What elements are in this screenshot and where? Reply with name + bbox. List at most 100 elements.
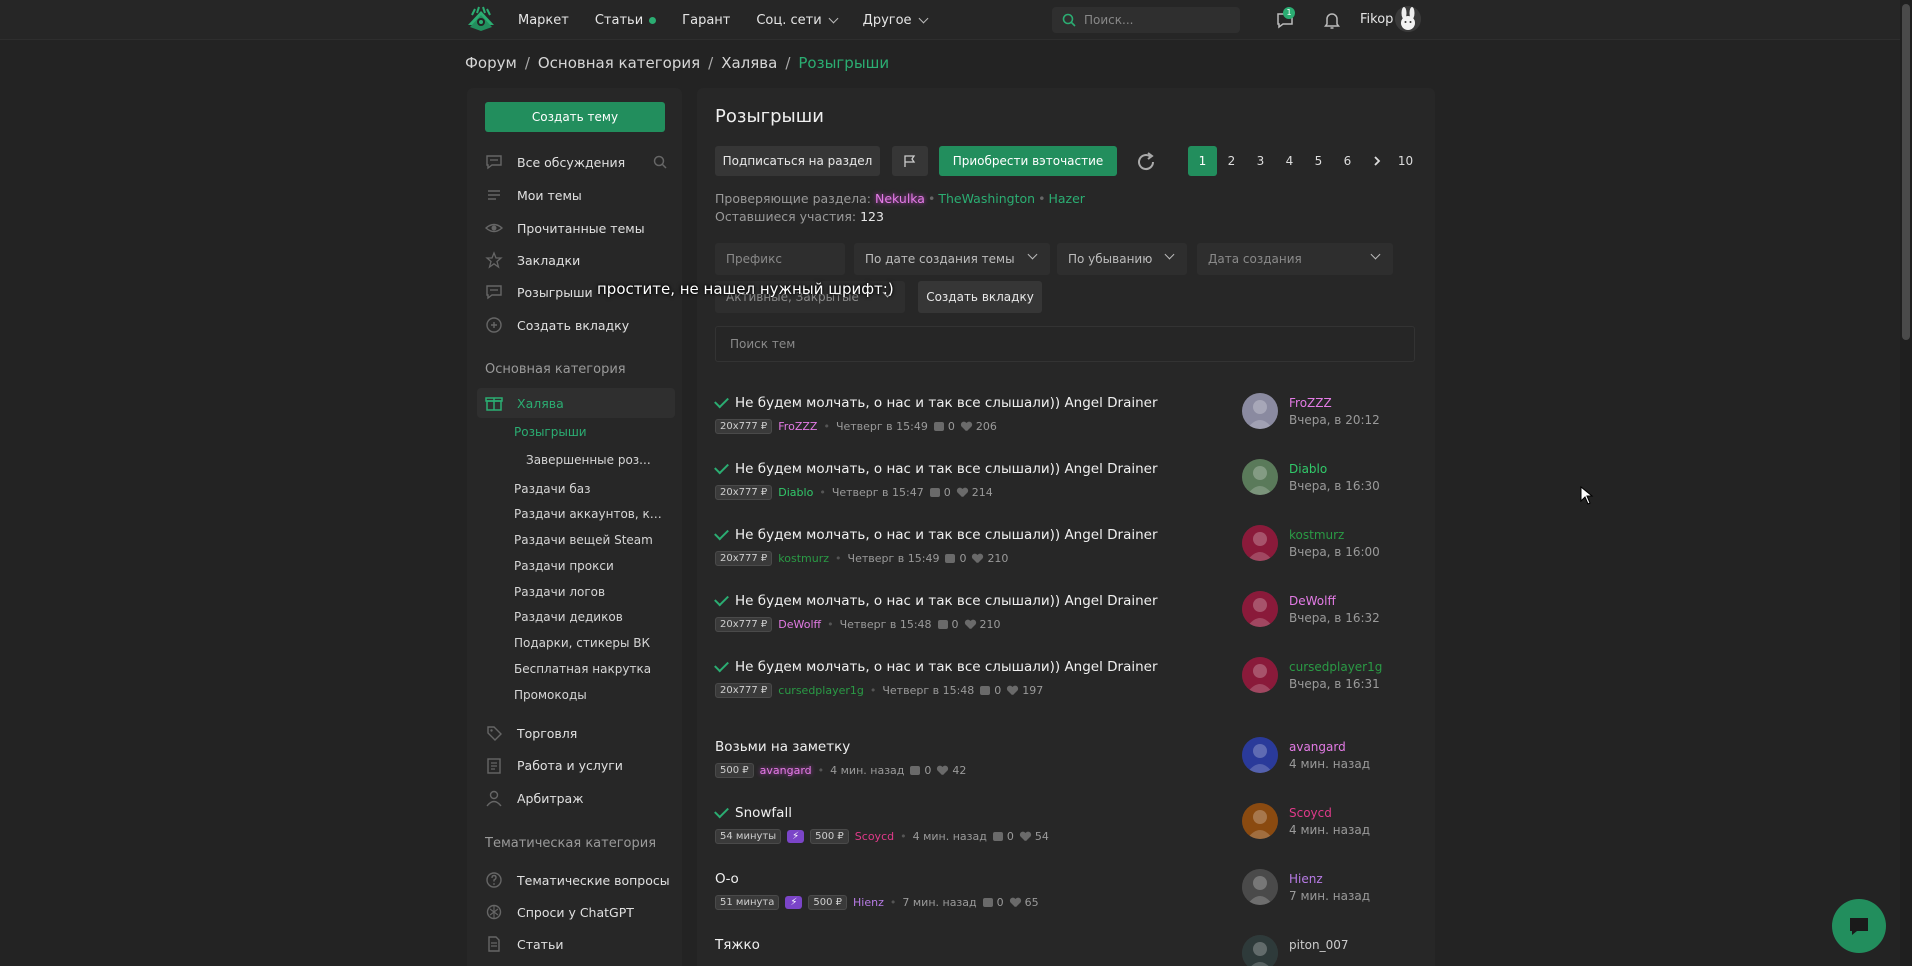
nav-guarantor[interactable]: Гарант [682,13,730,28]
sidebar-sub-logs[interactable]: Раздачи логов [514,585,605,599]
page-6[interactable]: 6 [1333,146,1362,176]
page-2[interactable]: 2 [1217,146,1246,176]
avatar[interactable] [1242,657,1278,693]
breadcrumb-forum[interactable]: Форум [465,54,517,72]
report-button[interactable] [892,146,928,176]
page-5[interactable]: 5 [1304,146,1333,176]
avatar[interactable] [1242,935,1278,966]
topic-author[interactable]: kostmurz [778,552,829,565]
moderator-link[interactable]: Nekulka [875,191,925,206]
prefix-filter[interactable]: Префикс [715,243,845,275]
sidebar-item-trade[interactable]: Торговля [485,722,675,744]
moderator-link[interactable]: TheWashington [938,191,1035,206]
topic-title[interactable]: Тяжко [715,937,760,953]
last-post-user[interactable]: DeWolff [1289,594,1336,608]
topic-row[interactable]: Возьми на заметку 500 ₽ avangard • 4 мин. на… [715,737,1415,799]
breadcrumb-main-category[interactable]: Основная категория [538,54,700,72]
topic-author[interactable]: Scoycd [855,830,894,843]
topic-title[interactable]: Не будем молчать, о нас и так все слышал… [714,525,1158,543]
sidebar-item-read-topics[interactable]: Прочитанные темы [485,217,675,239]
avatar[interactable] [1242,803,1278,839]
sidebar-sub-finished[interactable]: Завершенные роз... [526,453,656,467]
topic-title[interactable]: Не будем молчать, о нас и так все слышал… [714,657,1158,675]
order-filter[interactable]: По убыванию [1057,243,1187,275]
topic-row[interactable]: Не будем молчать, о нас и так все слышал… [714,657,1415,719]
user-avatar[interactable] [1395,6,1421,32]
last-post-user[interactable]: Diablo [1289,462,1327,476]
refresh-icon[interactable] [1134,150,1158,174]
sidebar-item-bookmarks[interactable]: Закладки [485,249,675,271]
topic-search-input[interactable] [730,337,1330,351]
sidebar-item-all-discussions[interactable]: Все обсуждения [485,151,675,173]
avatar[interactable] [1242,591,1278,627]
last-post-user[interactable]: avangard [1289,740,1346,754]
sidebar-sub-dedics[interactable]: Раздачи дедиков [514,610,623,624]
last-post-user[interactable]: piton_007 [1289,938,1349,952]
date-filter[interactable]: Дата создания [1197,243,1393,275]
sidebar-sub-databases[interactable]: Раздачи баз [514,482,590,496]
logo-icon[interactable] [466,5,496,33]
next-page[interactable] [1362,146,1391,176]
page-3[interactable]: 3 [1246,146,1275,176]
topic-title[interactable]: Возьми на заметку [715,739,850,755]
page-1[interactable]: 1 [1188,146,1217,176]
nav-articles[interactable]: Статьи [595,13,657,28]
sidebar-item-questions[interactable]: Тематические вопросы [485,869,675,891]
sidebar-item-arbitrage[interactable]: Арбитраж [485,787,675,809]
topic-row[interactable]: Тяжко piton_007 [715,935,1415,966]
topic-author[interactable]: DeWolff [778,618,821,631]
username[interactable]: Fikop [1360,12,1393,27]
topic-author[interactable]: cursedplayer1g [778,684,864,697]
bell-icon[interactable] [1321,9,1343,31]
last-post-user[interactable]: FroZZZ [1289,396,1332,410]
topic-row[interactable]: Не будем молчать, о нас и так все слышал… [714,525,1415,587]
subscribe-button[interactable]: Подписаться на раздел [715,146,880,176]
topic-row[interactable]: Не будем молчать, о нас и так все слышал… [714,591,1415,653]
sidebar-item-chatgpt[interactable]: Спроси у ChatGPT [485,901,675,923]
topic-author[interactable]: Hienz [853,896,884,909]
sidebar-sub-promocodes[interactable]: Промокоды [514,688,587,702]
sidebar-item-create-tab[interactable]: Создать вкладку [485,314,675,336]
topic-author[interactable]: avangard [760,764,812,777]
avatar[interactable] [1242,869,1278,905]
topic-row[interactable]: О-о 51 минута ⚡ 500 ₽ Hienz • 7 мин. назад 0 65 H… [715,869,1415,931]
last-post-user[interactable]: kostmurz [1289,528,1344,542]
avatar[interactable] [1242,393,1278,429]
sidebar-sub-vk[interactable]: Подарки, стикеры ВК [514,636,650,650]
moderator-link[interactable]: Hazer [1048,191,1084,206]
page-scrollbar[interactable] [1900,0,1912,966]
avatar[interactable] [1242,737,1278,773]
sidebar-sub-proxy[interactable]: Раздачи прокси [514,559,614,573]
page-4[interactable]: 4 [1275,146,1304,176]
topic-author[interactable]: FroZZZ [778,420,817,433]
topic-row[interactable]: Не будем молчать, о нас и так все слышал… [714,459,1415,521]
topic-title[interactable]: Не будем молчать, о нас и так все слышал… [714,393,1158,411]
scroll-thumb[interactable] [1902,4,1910,340]
sidebar-item-articles[interactable]: Статьи [485,933,675,955]
sidebar-sub-boost[interactable]: Бесплатная накрутка [514,662,651,676]
nav-social[interactable]: Соц. сети [756,13,839,28]
sidebar-item-work[interactable]: Работа и услуги [485,754,675,776]
topic-title[interactable]: Snowfall [714,803,792,821]
last-post-user[interactable]: Hienz [1289,872,1323,886]
sidebar-sub-giveaways[interactable]: Розыгрыши [514,425,587,439]
participate-button[interactable]: Приобрести вэточастие [939,146,1117,176]
topic-row[interactable]: Не будем молчать, о нас и так все слышал… [714,393,1415,455]
topic-author[interactable]: Diablo [778,486,813,499]
topic-title[interactable]: Не будем молчать, о нас и так все слышал… [714,459,1158,477]
create-tab-button[interactable]: Создать вкладку [918,281,1042,313]
create-topic-button[interactable]: Создать тему [485,102,665,132]
breadcrumb-freebies[interactable]: Халява [721,54,777,72]
avatar[interactable] [1242,459,1278,495]
sidebar-item-freebies[interactable]: Халява [485,392,675,414]
page-10[interactable]: 10 [1391,146,1420,176]
avatar[interactable] [1242,525,1278,561]
last-post-user[interactable]: Scoycd [1289,806,1332,820]
search-icon[interactable] [653,155,667,169]
last-post-user[interactable]: cursedplayer1g [1289,660,1382,674]
sidebar-sub-steam[interactable]: Раздачи вещей Steam [514,533,653,547]
chat-button[interactable] [1832,899,1886,953]
nav-other[interactable]: Другое [863,13,929,28]
top-search-input[interactable] [1084,13,1224,27]
topic-row[interactable]: Snowfall 54 минуты ⚡ 500 ₽ Scoycd • 4 мин. наз… [714,803,1415,865]
